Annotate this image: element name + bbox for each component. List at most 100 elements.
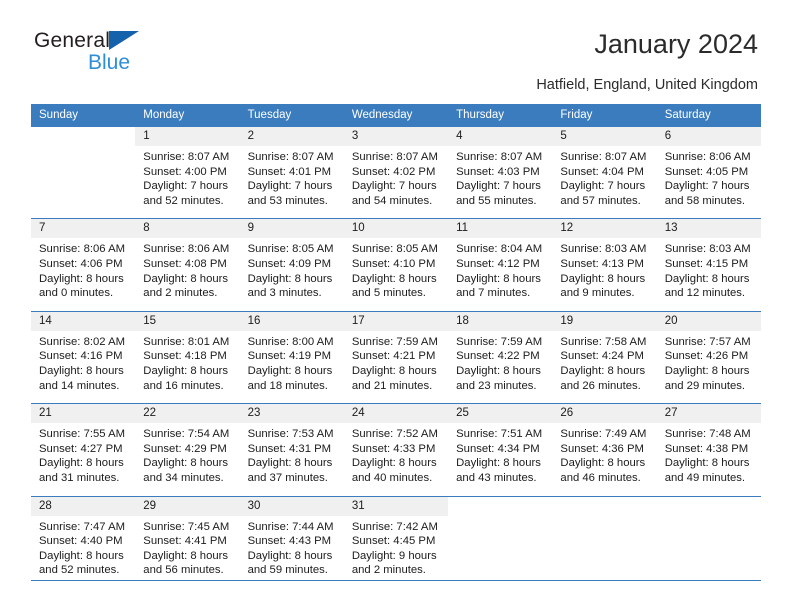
calendar-day-number[interactable]: 2	[239, 127, 344, 146]
calendar-day-number[interactable]: 9	[239, 218, 344, 239]
day-detail-line: Daylight: 8 hours	[247, 549, 333, 562]
day-detail-line: Sunrise: 7:45 AM	[143, 520, 230, 533]
calendar-grid: Sunday Monday Tuesday Wednesday Thursday Frid…	[31, 104, 761, 588]
day-detail-line: Sunset: 4:12 PM	[456, 257, 540, 270]
day-detail-line: Daylight: 8 hours	[143, 549, 229, 562]
blue-triangle-icon	[109, 31, 140, 50]
day-detail-line: and 26 minutes.	[560, 379, 641, 392]
calendar-day-number[interactable]: 30	[239, 495, 344, 516]
logo-text-general-row: General	[34, 29, 140, 52]
day-detail-line: Daylight: 8 hours	[456, 457, 541, 470]
day-detail-line: Daylight: 8 hours	[351, 457, 437, 470]
calendar-day-number[interactable]: 31	[343, 495, 449, 516]
calendar-day-number[interactable]: 7	[31, 218, 136, 239]
day-detail-line: Sunrise: 8:07 AM	[456, 151, 543, 163]
general-blue-logo[interactable]: General Blue	[34, 29, 140, 73]
calendar-day-number[interactable]: 12	[552, 218, 657, 239]
calendar-day-number[interactable]: 24	[343, 403, 449, 424]
day-detail-line: Sunset: 4:36 PM	[560, 442, 644, 455]
calendar-day-number[interactable]: 23	[239, 403, 344, 424]
calendar-day-number[interactable]: 14	[31, 310, 136, 331]
calendar-info-row: Sunrise: 8:06 AM Sunset: 4:06 PM Daylight:…	[31, 238, 761, 312]
day-detail-line: Daylight: 7 hours	[351, 180, 437, 193]
day-detail-line: Daylight: 8 hours	[456, 272, 541, 285]
day-detail-line: Daylight: 8 hours	[143, 364, 229, 377]
calendar-day-details: Sunrise: 7:42 AM Sunset: 4:45 PM Daylight:…	[343, 515, 449, 588]
calendar-day-number[interactable]: 11	[448, 218, 553, 239]
calendar-day-number[interactable]: 10	[343, 218, 449, 239]
day-detail-line: Daylight: 7 hours	[456, 180, 541, 193]
day-detail-line: and 53 minutes.	[247, 194, 328, 207]
day-detail-line: and 14 minutes.	[39, 379, 120, 392]
day-detail-line: Sunrise: 8:07 AM	[560, 151, 647, 163]
calendar-day-details: Sunrise: 7:59 AM Sunset: 4:21 PM Daylight:…	[343, 330, 449, 404]
calendar-day-details: Sunrise: 7:54 AM Sunset: 4:29 PM Daylight:…	[135, 423, 240, 496]
day-detail-line: Sunrise: 7:55 AM	[39, 428, 126, 441]
day-detail-line: Sunset: 4:00 PM	[143, 165, 227, 178]
day-detail-line: Sunrise: 8:05 AM	[247, 243, 334, 256]
calendar-day-number[interactable]: 20	[656, 310, 761, 331]
day-detail-line: Sunrise: 8:03 AM	[560, 243, 647, 256]
calendar-day-number[interactable]: 21	[31, 403, 136, 424]
calendar-cell-empty	[552, 515, 657, 588]
calendar-day-number[interactable]: 19	[552, 310, 657, 331]
calendar-day-number[interactable]: 15	[135, 310, 240, 331]
calendar-day-number[interactable]: 27	[656, 403, 761, 424]
calendar-day-number[interactable]: 29	[135, 495, 240, 516]
day-detail-line: Sunset: 4:45 PM	[351, 535, 436, 548]
day-detail-line: Sunset: 4:27 PM	[39, 442, 123, 455]
calendar-day-details: Sunrise: 8:07 AM Sunset: 4:01 PM Daylight:…	[239, 146, 344, 219]
day-detail-line: Sunrise: 8:02 AM	[39, 335, 126, 348]
day-detail-line: Daylight: 8 hours	[143, 272, 229, 285]
day-detail-line: Sunset: 4:15 PM	[664, 257, 749, 270]
calendar-day-number[interactable]: 5	[552, 127, 657, 146]
calendar-day-empty	[448, 495, 553, 516]
day-detail-line: Sunset: 4:10 PM	[351, 257, 436, 270]
calendar-day-number[interactable]: 18	[448, 310, 553, 331]
day-detail-line: Daylight: 8 hours	[560, 272, 646, 285]
day-detail-line: Daylight: 8 hours	[560, 364, 646, 377]
calendar-day-number[interactable]: 26	[552, 403, 657, 424]
calendar-day-number[interactable]: 16	[239, 310, 344, 331]
day-detail-line: and 29 minutes.	[664, 379, 746, 392]
calendar-day-details: Sunrise: 8:04 AM Sunset: 4:12 PM Daylight:…	[448, 238, 553, 312]
calendar-day-number[interactable]: 8	[135, 218, 240, 239]
day-detail-line: and 49 minutes.	[664, 471, 746, 484]
day-detail-line: Daylight: 8 hours	[39, 364, 124, 377]
day-detail-line: Daylight: 8 hours	[247, 457, 333, 470]
calendar-day-details: Sunrise: 7:59 AM Sunset: 4:22 PM Daylight:…	[448, 330, 553, 404]
calendar-day-number[interactable]: 3	[343, 127, 449, 146]
day-detail-line: Daylight: 8 hours	[247, 364, 333, 377]
calendar-day-number[interactable]: 17	[343, 310, 449, 331]
day-detail-line: Sunset: 4:02 PM	[351, 165, 436, 178]
calendar-day-number[interactable]: 4	[448, 127, 553, 146]
day-detail-line: Sunrise: 7:47 AM	[39, 520, 126, 533]
day-detail-line: Daylight: 8 hours	[39, 549, 124, 562]
day-detail-line: Daylight: 8 hours	[351, 364, 437, 377]
day-detail-line: and 9 minutes.	[560, 287, 635, 300]
calendar-day-details: Sunrise: 8:06 AM Sunset: 4:08 PM Daylight:…	[135, 238, 240, 312]
day-detail-line: Sunset: 4:21 PM	[351, 350, 436, 363]
day-detail-line: and 57 minutes.	[560, 194, 641, 207]
calendar-day-number[interactable]: 1	[135, 127, 240, 146]
day-detail-line: and 3 minutes.	[247, 287, 322, 300]
calendar-day-number[interactable]: 13	[656, 218, 761, 239]
calendar-day-details: Sunrise: 8:07 AM Sunset: 4:00 PM Daylight:…	[135, 146, 240, 219]
day-detail-line: and 16 minutes.	[143, 379, 224, 392]
logo-text-general: General	[34, 29, 111, 52]
calendar-day-details: Sunrise: 7:44 AM Sunset: 4:43 PM Daylight:…	[239, 515, 344, 588]
weekday-header-friday: Friday	[552, 104, 657, 127]
calendar-day-empty	[31, 127, 136, 146]
calendar-daynumber-row: 21 22 23 24 25 26 27	[31, 403, 761, 424]
day-detail-line: Daylight: 7 hours	[664, 180, 750, 193]
calendar-day-number[interactable]: 22	[135, 403, 240, 424]
calendar-day-details: Sunrise: 7:47 AM Sunset: 4:40 PM Daylight:…	[31, 515, 136, 588]
calendar-day-number[interactable]: 25	[448, 403, 553, 424]
day-detail-line: Sunrise: 7:59 AM	[351, 335, 438, 348]
calendar-day-number[interactable]: 28	[31, 495, 136, 516]
calendar-day-number[interactable]: 6	[656, 127, 761, 146]
calendar-day-details: Sunrise: 8:00 AM Sunset: 4:19 PM Daylight:…	[239, 330, 344, 404]
calendar-day-details: Sunrise: 8:03 AM Sunset: 4:13 PM Daylight:…	[552, 238, 657, 312]
day-detail-line: and 52 minutes.	[143, 194, 224, 207]
day-detail-line: Daylight: 8 hours	[664, 457, 750, 470]
